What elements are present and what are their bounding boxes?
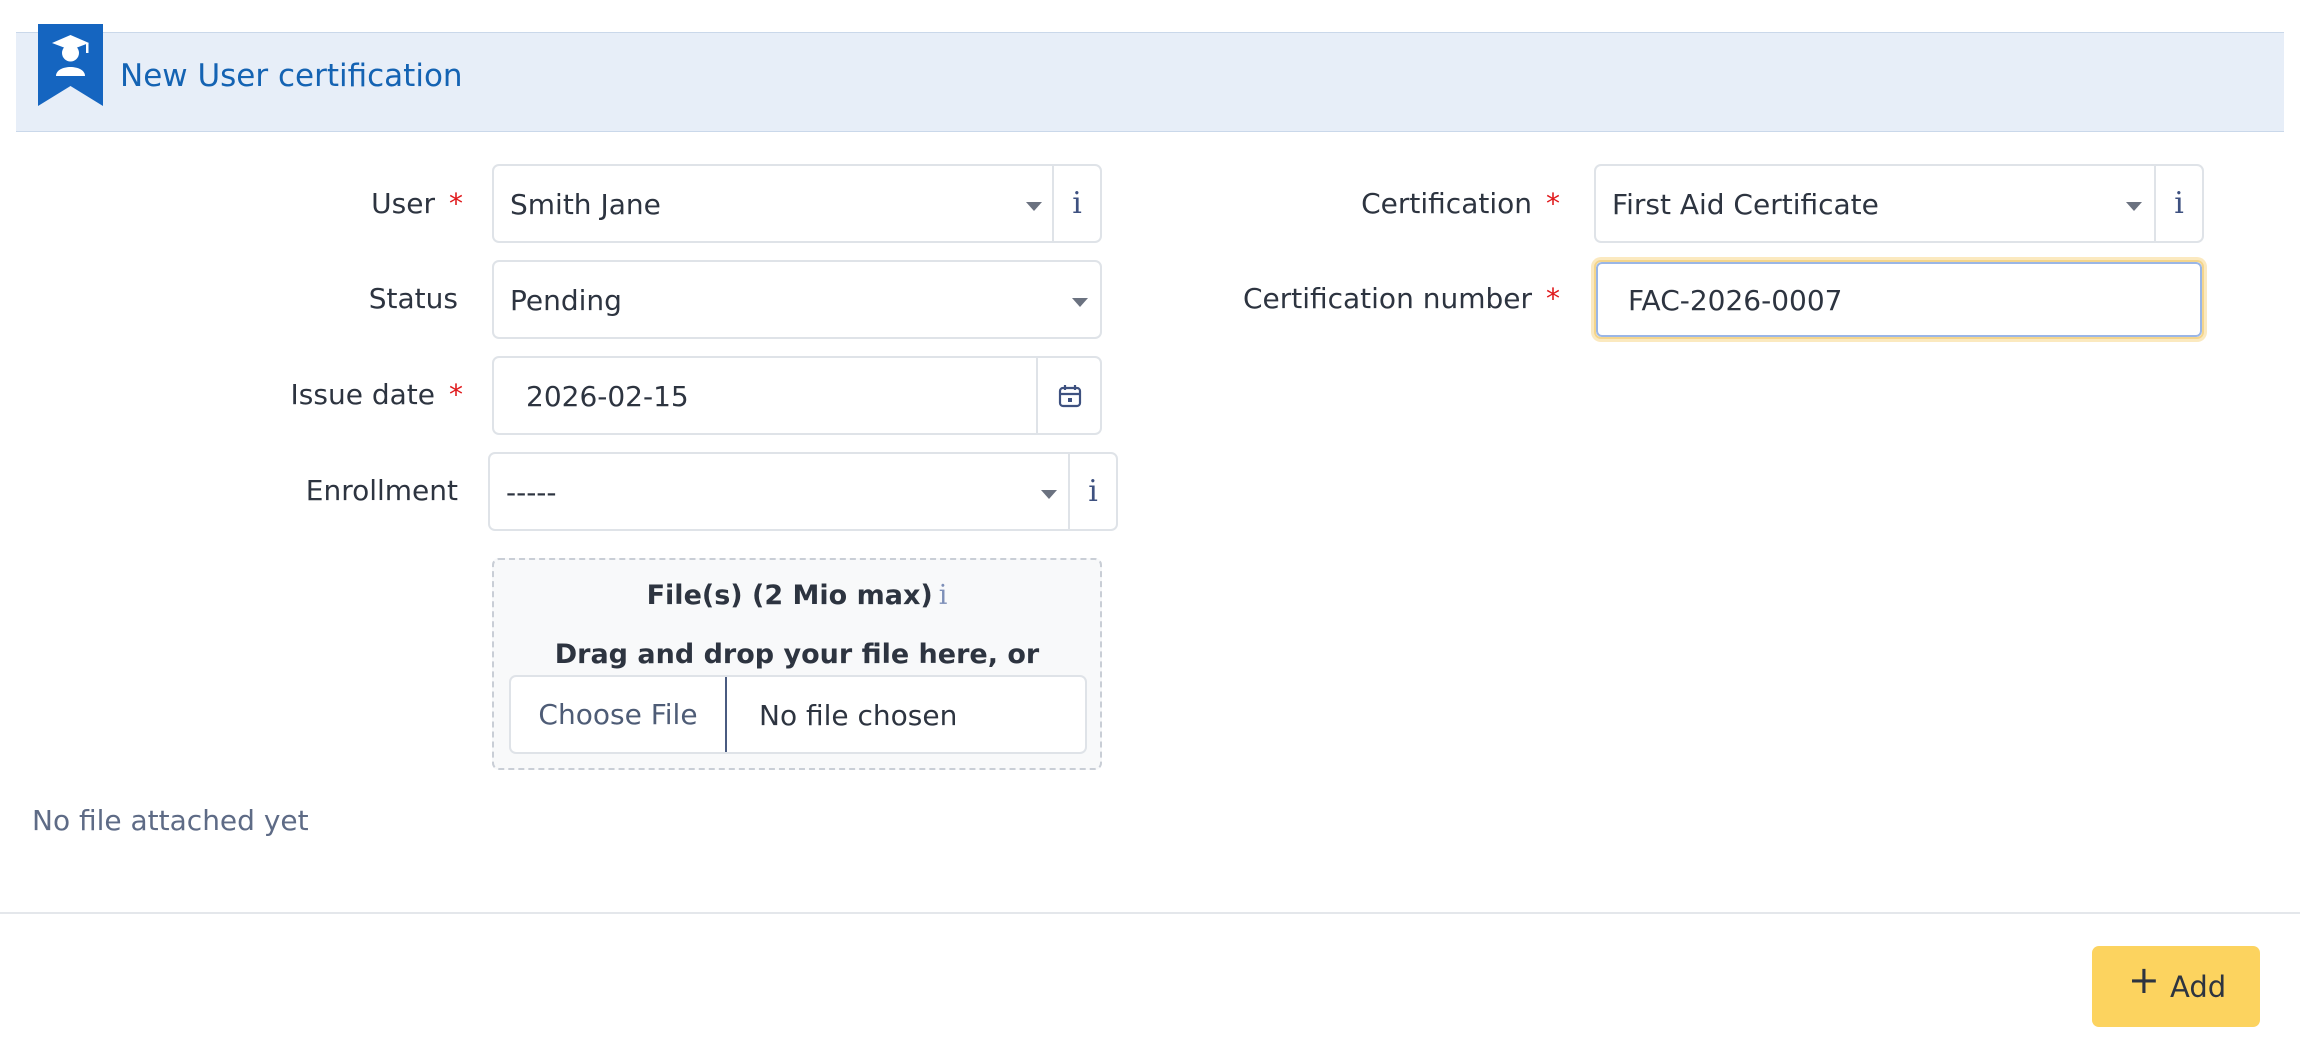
info-icon[interactable]: i (939, 580, 948, 611)
chevron-down-icon (2126, 202, 2142, 211)
info-icon[interactable]: i (1068, 454, 1116, 529)
certification-number-label: Certification number * (1242, 282, 1560, 315)
status-select-value: Pending (510, 284, 622, 317)
status-label: Status (368, 282, 458, 315)
certification-label: Certification * (1361, 187, 1560, 220)
calendar-button[interactable] (1036, 358, 1100, 433)
user-select-value: Smith Jane (510, 188, 661, 221)
page-header: New User certification (16, 24, 2284, 132)
chevron-down-icon (1072, 298, 1088, 307)
calendar-icon (1058, 385, 1082, 408)
certification-number-input[interactable]: FAC-2026-0007 (1594, 260, 2204, 339)
required-marker: * (1546, 187, 1560, 220)
upload-title: File(s) (2 Mio max) i (646, 580, 948, 611)
enrollment-label: Enrollment (305, 474, 458, 507)
enrollment-select-value: ----- (506, 476, 557, 509)
enrollment-select[interactable]: ----- i (488, 452, 1118, 531)
plus-icon: + (2128, 958, 2160, 1002)
status-select[interactable]: Pending (492, 260, 1102, 339)
file-dropzone[interactable]: File(s) (2 Mio max) i Drag and drop your … (492, 558, 1102, 770)
choose-file-button[interactable]: Choose File (511, 677, 727, 752)
certification-select-value: First Aid Certificate (1612, 188, 1879, 221)
certification-select[interactable]: First Aid Certificate i (1594, 164, 2204, 243)
user-select[interactable]: Smith Jane i (492, 164, 1102, 243)
issue-date-label: Issue date * (290, 378, 463, 411)
footer-divider (0, 912, 2300, 914)
graduate-bookmark-icon (38, 24, 103, 106)
page-title: New User certification (120, 58, 463, 94)
required-marker: * (1546, 282, 1560, 315)
upload-hint: Drag and drop your file here, or (554, 639, 1040, 670)
issue-date-value: 2026-02-15 (526, 380, 689, 413)
add-button[interactable]: + Add (2092, 946, 2260, 1027)
no-file-chosen-text: No file chosen (759, 699, 958, 732)
certification-number-value: FAC-2026-0007 (1628, 284, 1843, 317)
add-button-label: Add (2170, 970, 2227, 1004)
chevron-down-icon (1026, 202, 1042, 211)
issue-date-input[interactable]: 2026-02-15 (492, 356, 1102, 435)
info-icon[interactable]: i (1052, 166, 1100, 241)
chevron-down-icon (1041, 490, 1057, 499)
user-label: User * (371, 187, 463, 220)
required-marker: * (449, 378, 463, 411)
info-icon[interactable]: i (2154, 166, 2202, 241)
file-input[interactable]: Choose File No file chosen (509, 675, 1087, 754)
attachments-empty-text: No file attached yet (32, 804, 309, 837)
required-marker: * (449, 187, 463, 220)
